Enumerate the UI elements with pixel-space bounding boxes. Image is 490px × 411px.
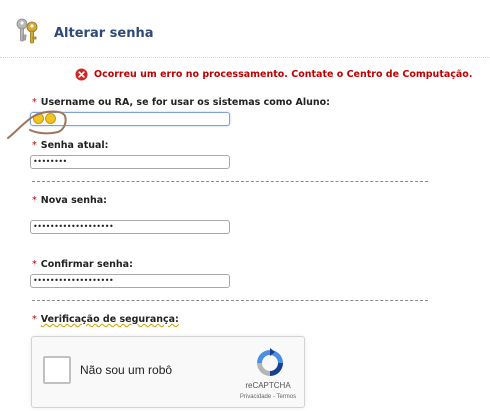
required-mark: * xyxy=(32,195,37,206)
required-mark: * xyxy=(32,97,37,108)
captcha-brand: reCAPTCHA xyxy=(245,381,291,390)
security-check-label-text: Verificação de segurança: xyxy=(40,314,179,325)
current-password-label: * Senha atual: xyxy=(32,140,108,151)
confirm-password-input[interactable]: ••••••••••••••••••• xyxy=(30,274,230,288)
required-mark: * xyxy=(32,259,37,270)
current-password-label-text: Senha atual: xyxy=(40,140,109,151)
captcha-privacy-terms-links[interactable]: Privacidade - Termos xyxy=(222,394,314,400)
current-password-input[interactable]: •••••••• xyxy=(30,155,230,169)
error-message: Ocorreu um erro no processamento. Contat… xyxy=(75,68,472,81)
captcha-checkbox[interactable] xyxy=(43,356,71,384)
recaptcha-logo-icon xyxy=(257,348,283,376)
recaptcha-widget: Não sou um robô reCAPTCHA Privacidade - … xyxy=(31,336,305,408)
new-password-input[interactable]: ••••••••••••••••••• xyxy=(30,220,230,234)
confirm-password-label: * Confirmar senha: xyxy=(32,259,133,270)
keys-icon xyxy=(16,18,38,44)
captcha-checkbox-label: Não sou um robô xyxy=(80,363,173,377)
title-divider xyxy=(0,57,490,58)
error-text: Ocorreu um erro no processamento. Contat… xyxy=(94,69,473,80)
section-divider xyxy=(32,300,428,301)
page-title: Alterar senha xyxy=(54,26,154,41)
section-divider xyxy=(32,181,428,182)
error-icon xyxy=(75,68,88,81)
confirm-password-label-text: Confirmar senha: xyxy=(40,259,133,270)
username-label-text: Username ou RA, se for usar os sistemas … xyxy=(40,97,330,108)
new-password-label: * Nova senha: xyxy=(32,195,107,206)
required-mark: * xyxy=(32,314,37,325)
security-check-label: * Verificação de segurança: xyxy=(32,314,179,325)
hand-drawn-annotation xyxy=(7,110,67,139)
required-mark: * xyxy=(32,140,37,151)
new-password-label-text: Nova senha: xyxy=(40,195,107,206)
username-label: * Username ou RA, se for usar os sistemas… xyxy=(32,97,330,108)
